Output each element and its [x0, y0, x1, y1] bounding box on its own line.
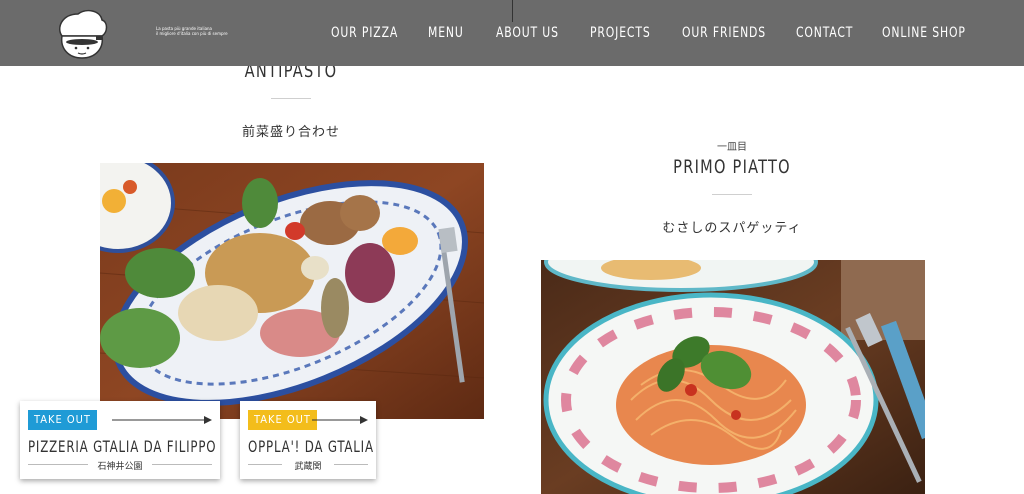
takeout-badge: TAKE OUT: [248, 410, 317, 430]
nav-projects[interactable]: PROJECTS: [590, 25, 651, 41]
takeout-name: OPPLA'! DA GTALIA: [248, 437, 374, 456]
nav-about-us[interactable]: ABOUT US: [496, 25, 559, 41]
takeout-card-oppla[interactable]: TAKE OUT OPPLA'! DA GTALIA 武蔵関: [240, 401, 376, 479]
nav-menu[interactable]: MENU: [428, 25, 464, 41]
primo-subtitle: むさしのスパゲッティ: [662, 221, 802, 236]
takeout-location: 石神井公園: [88, 459, 152, 472]
nav-online-shop[interactable]: ONLINE SHOP: [882, 25, 966, 41]
takeout-badge: TAKE OUT: [28, 410, 97, 430]
nav-our-friends[interactable]: OUR FRIENDS: [682, 25, 766, 41]
arrow-right-icon: [112, 416, 212, 424]
antipasto-subtitle: 前菜盛り合わせ: [241, 125, 340, 140]
primo-title: PRIMO PIATTO: [673, 156, 791, 178]
primo-small-label: 一皿目: [717, 142, 747, 153]
takeout-name: PIZZERIA GTALIA DA FILIPPO: [28, 437, 217, 456]
primo-photo: [541, 260, 925, 494]
nav-our-pizza[interactable]: OUR PIZZA: [331, 25, 398, 41]
site-header: La pasta più grande italiana il migliore…: [0, 0, 1024, 66]
antipasto-photo: [100, 163, 484, 419]
nav-contact[interactable]: CONTACT: [796, 25, 853, 41]
antipasto-divider: [271, 98, 311, 99]
takeout-location: 武蔵関: [282, 459, 334, 472]
arrow-right-icon: [312, 416, 368, 424]
takeout-card-filippo[interactable]: TAKE OUT PIZZERIA GTALIA DA FILIPPO 石神井公…: [20, 401, 220, 479]
primo-divider: [712, 194, 752, 195]
main-nav: OUR PIZZA MENU ABOUT US PROJECTS OUR FRI…: [0, 0, 1024, 66]
